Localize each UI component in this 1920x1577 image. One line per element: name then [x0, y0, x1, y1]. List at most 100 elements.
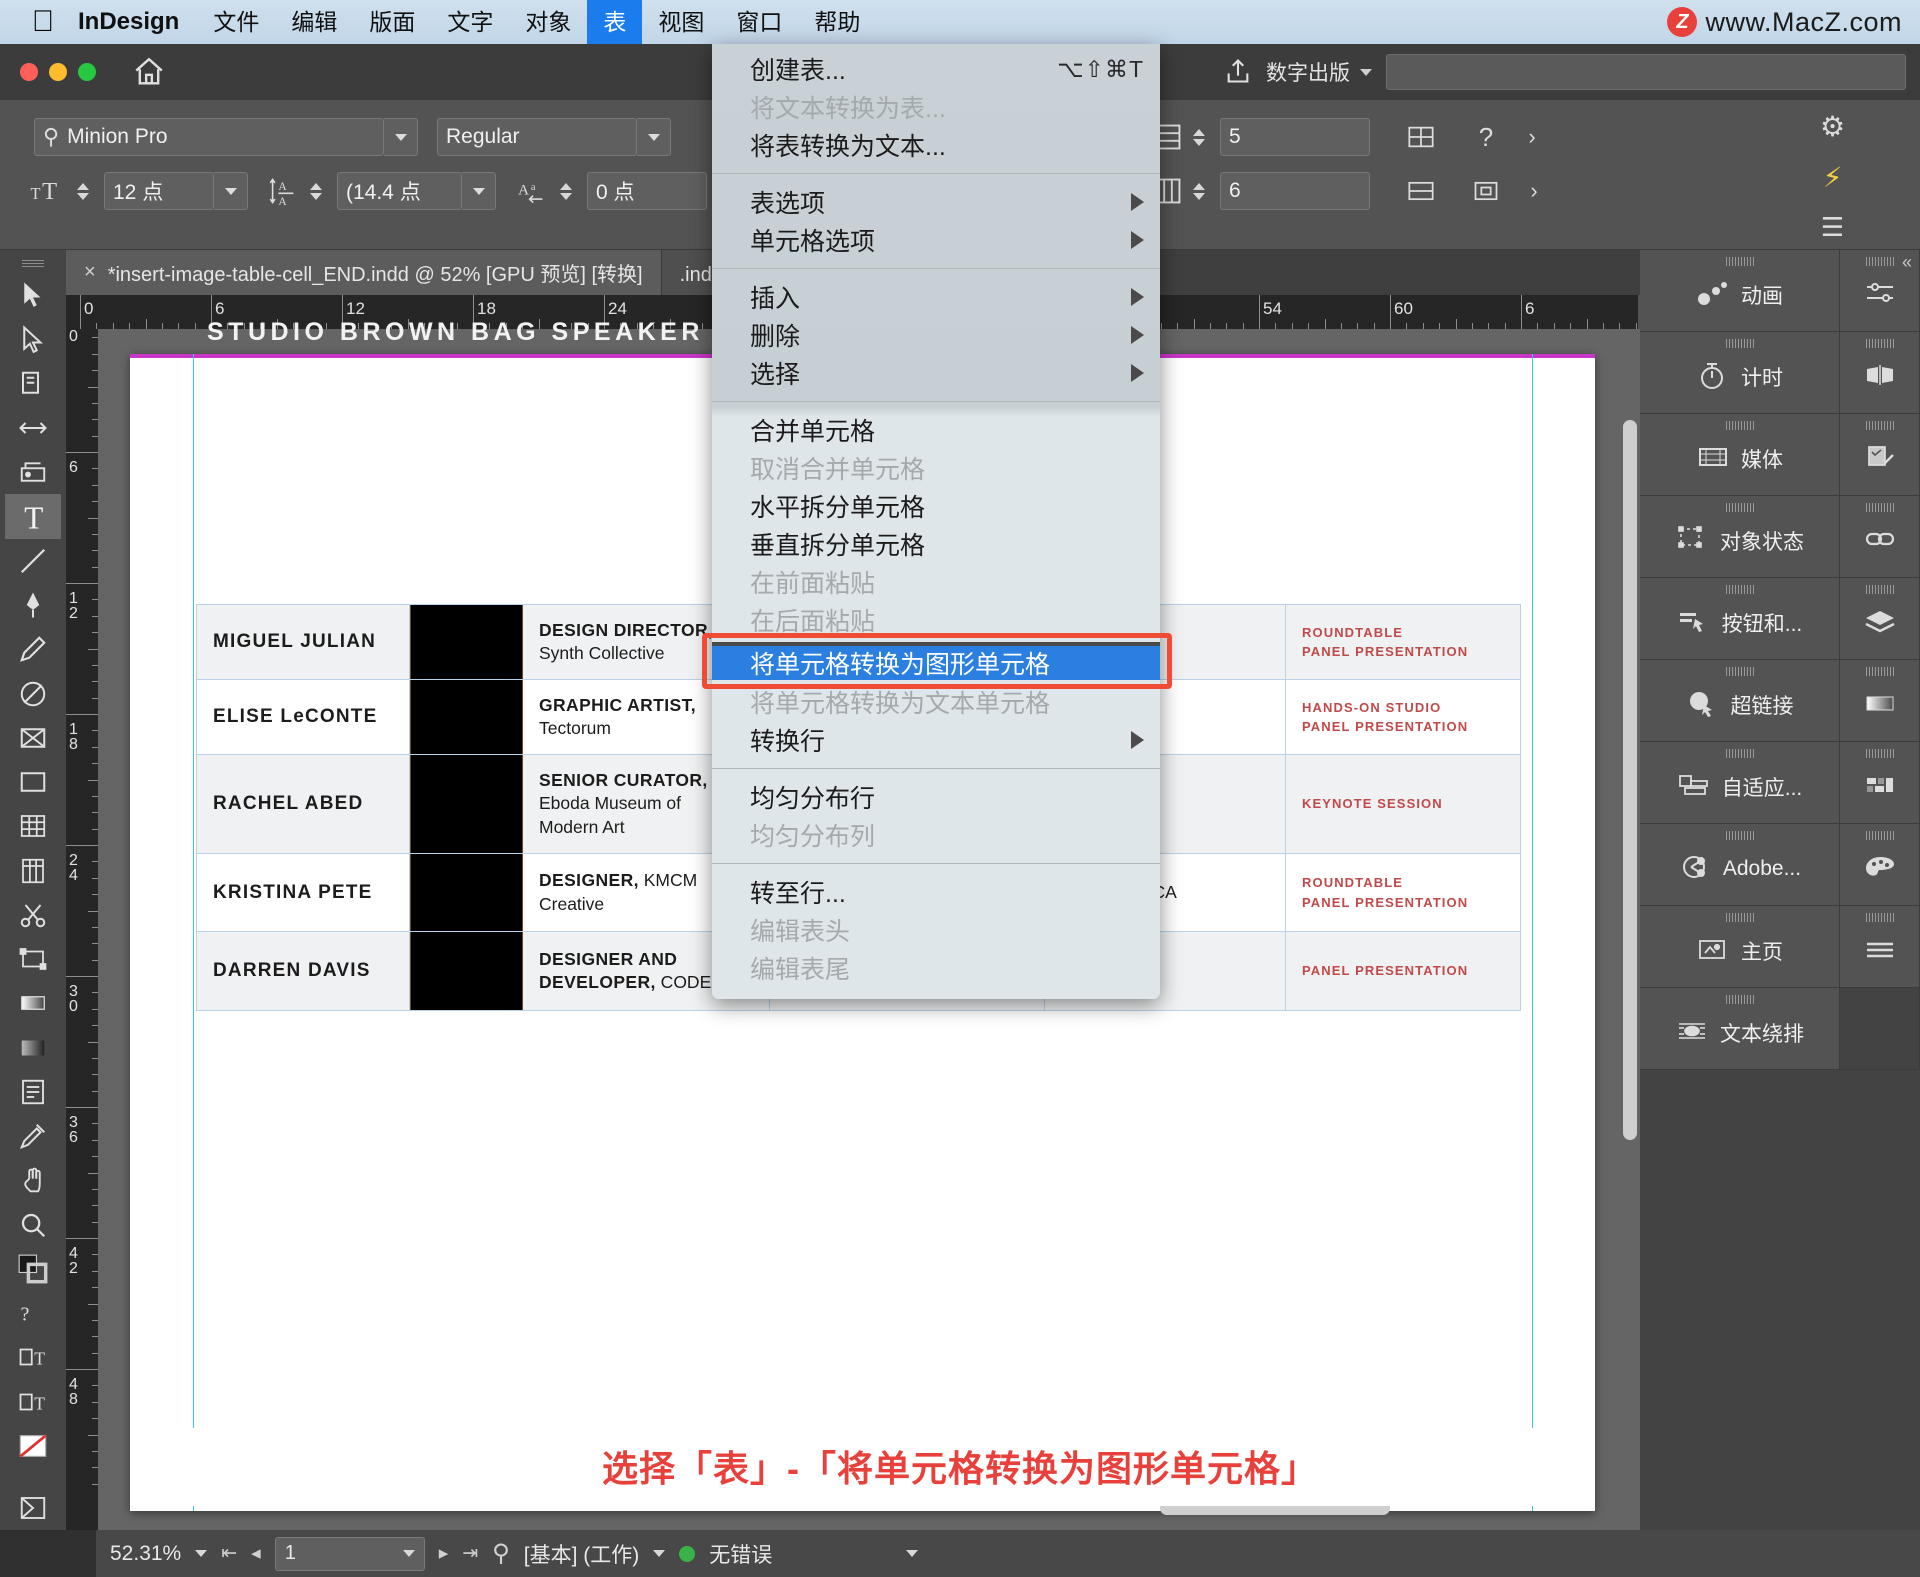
leading-dropdown[interactable] [462, 172, 496, 210]
cell-name[interactable]: ELISE LeCONTE [196, 680, 410, 754]
menu-item-window[interactable]: 窗口 [720, 0, 798, 44]
cell-name[interactable]: DARREN DAVIS [196, 932, 410, 1010]
panel-grip[interactable] [1726, 995, 1754, 1004]
panel-timing[interactable]: 计时 [1640, 332, 1840, 414]
panel-grip[interactable] [1726, 913, 1754, 922]
panel-animation[interactable]: 动画 [1640, 250, 1840, 332]
last-page-button[interactable]: ⇥ [462, 1542, 478, 1565]
formatting-affects-icon[interactable]: ? [5, 1291, 61, 1335]
font-family-dropdown[interactable] [384, 118, 418, 156]
cc-libraries-icon[interactable]: ⚙ [1820, 110, 1845, 143]
panel-layers[interactable] [1840, 578, 1920, 660]
menu-item-type[interactable]: 文字 [431, 0, 509, 44]
zoom-dropdown-icon[interactable] [195, 1550, 207, 1557]
cell-name[interactable]: KRISTINA PETE [196, 854, 410, 932]
panel-grip[interactable] [1866, 503, 1894, 512]
cell-session[interactable]: PANEL PRESENTATION [1286, 932, 1521, 1010]
next-page-button[interactable]: ▸ [439, 1542, 449, 1565]
panel-gradient[interactable] [1840, 660, 1920, 742]
menu-delete[interactable]: 删除 [712, 316, 1160, 354]
hand-tool[interactable] [5, 1158, 61, 1202]
menu-item-file[interactable]: 文件 [197, 0, 275, 44]
panel-grip[interactable] [1866, 831, 1894, 840]
leading-stepper[interactable] [310, 183, 328, 200]
screen-mode-icon[interactable] [5, 1486, 61, 1530]
line-tool[interactable] [5, 539, 61, 583]
panel-grip[interactable] [1726, 503, 1754, 512]
panel-grip[interactable] [1726, 257, 1754, 266]
panel-grip[interactable] [1866, 339, 1894, 348]
publish-mode-select[interactable]: 数字出版 [1266, 57, 1372, 87]
tools-panel-grip[interactable] [22, 260, 44, 269]
cell-align-icon[interactable] [1399, 177, 1443, 205]
font-size-input[interactable]: 12 点 [104, 172, 214, 210]
share-icon[interactable] [1224, 57, 1252, 88]
menu-split-cell-vertically[interactable]: 垂直拆分单元格 [712, 525, 1160, 563]
panel-menu-icon[interactable]: ☰ [1821, 212, 1844, 243]
menu-split-cell-horizontally[interactable]: 水平拆分单元格 [712, 487, 1160, 525]
panel-grip[interactable] [1726, 421, 1754, 430]
gradient-swatch-tool[interactable] [5, 981, 61, 1025]
rectangle-tool[interactable] [5, 760, 61, 804]
menu-select[interactable]: 选择 [712, 354, 1160, 392]
gap-tool[interactable] [5, 406, 61, 450]
menu-item-help[interactable]: 帮助 [798, 0, 876, 44]
zoom-tool[interactable] [5, 1202, 61, 1246]
font-style-input[interactable]: Regular [437, 118, 637, 156]
menu-convert-rows[interactable]: 转换行 [712, 721, 1160, 759]
prev-page-button[interactable]: ◂ [251, 1542, 261, 1565]
panel-liquid-layout[interactable]: 自适应... [1640, 742, 1840, 824]
panel-swatches[interactable] [1840, 824, 1920, 906]
fill-stroke-swatches[interactable] [5, 1247, 61, 1291]
panel-grip[interactable] [1726, 585, 1754, 594]
panel-grip[interactable] [1866, 421, 1894, 430]
menu-table-options[interactable]: 表选项 [712, 183, 1160, 221]
scissors-tool[interactable] [5, 893, 61, 937]
panel-adobe-share[interactable]: Adobe... [1640, 824, 1840, 906]
page-tool[interactable] [5, 362, 61, 406]
menu-insert[interactable]: 插入 [712, 278, 1160, 316]
direct-selection-tool[interactable] [5, 317, 61, 361]
container-text-toggle[interactable]: T [5, 1335, 61, 1379]
panel-pages[interactable] [1840, 332, 1920, 414]
help-icon[interactable]: ? [1466, 122, 1506, 153]
panel-buttons-forms[interactable]: 按钮和... [1640, 578, 1840, 660]
panel-home[interactable]: 主页 [1640, 906, 1840, 988]
zoom-level[interactable]: 52.31% [110, 1542, 181, 1566]
tracking-stepper[interactable] [560, 183, 578, 200]
rectangle-frame-tool[interactable] [5, 716, 61, 760]
cell-name[interactable]: RACHEL ABED [196, 755, 410, 852]
normal-preview-toggle[interactable]: T [5, 1379, 61, 1423]
pen-tool[interactable] [5, 583, 61, 627]
rows-input[interactable]: 5 [1220, 118, 1370, 156]
panel-grip[interactable] [1866, 913, 1894, 922]
cell-image-placeholder[interactable] [410, 932, 523, 1010]
page-dropdown-icon[interactable] [403, 1550, 415, 1557]
cols-input[interactable]: 6 [1220, 172, 1370, 210]
menu-distribute-rows-evenly[interactable]: 均匀分布行 [712, 778, 1160, 816]
panel-text-wrap[interactable]: 文本绕排 [1640, 988, 1840, 1070]
table-tool-2[interactable] [5, 848, 61, 892]
menu-item-table[interactable]: 表 [587, 0, 642, 44]
font-family-input[interactable]: ⚲ Minion Pro [34, 118, 384, 156]
collapse-panels-icon[interactable]: « [1902, 252, 1912, 273]
close-tab-icon[interactable]: × [84, 261, 96, 284]
menu-convert-table-to-text[interactable]: 将表转换为文本... [712, 126, 1160, 164]
cell-image-placeholder[interactable] [410, 605, 523, 679]
panel-grip[interactable] [1726, 831, 1754, 840]
panel-expand2-icon[interactable]: › [1515, 178, 1553, 204]
panel-links[interactable] [1840, 496, 1920, 578]
workspace-label[interactable]: [基本] (工作) [524, 1539, 640, 1569]
panel-grip[interactable] [1726, 667, 1754, 676]
menu-create-table[interactable]: 创建表... ⌥⇧⌘T [712, 50, 1160, 88]
free-transform-tool[interactable] [5, 937, 61, 981]
content-collector-tool[interactable] [5, 450, 61, 494]
eraser-tool[interactable] [5, 671, 61, 715]
leading-input[interactable]: (14.4 点 [337, 172, 462, 210]
vertical-scrollbar[interactable] [1623, 420, 1637, 1140]
panel-preflight[interactable] [1840, 414, 1920, 496]
cell-image-placeholder[interactable] [410, 755, 523, 852]
rows-stepper[interactable] [1193, 129, 1211, 146]
table-menu-dropdown[interactable]: 创建表... ⌥⇧⌘T 将文本转换为表... 将表转换为文本... 表选项 单元… [712, 44, 1160, 999]
cell-name[interactable]: MIGUEL JULIAN [196, 605, 410, 679]
